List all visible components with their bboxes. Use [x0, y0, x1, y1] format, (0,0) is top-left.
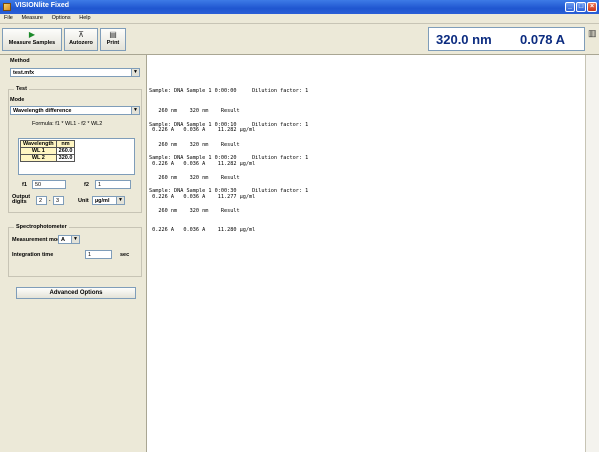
- f2-label: f2: [84, 182, 89, 188]
- log-entry-values: 0.226 A 0.036 A 11.280 µg/ml: [149, 227, 256, 233]
- method-select[interactable]: test.mfx ▼: [10, 68, 140, 77]
- f1-input[interactable]: 50: [32, 180, 66, 189]
- method-panel: Method test.mfx ▼ Test Mode Wavelength d…: [0, 55, 147, 452]
- results-log[interactable]: Sample: DNA Sample 1 0:00:00 Dilution fa…: [148, 55, 585, 452]
- unit-value: µg/ml: [95, 198, 110, 204]
- menu-options[interactable]: Options: [48, 14, 74, 21]
- advanced-options-button[interactable]: Advanced Options: [16, 287, 136, 299]
- wavelength-readout: 320.0 nm: [436, 32, 492, 47]
- f1-label: f1: [22, 182, 27, 188]
- table-header: Wavelength: [20, 140, 57, 148]
- printer-icon: ▤: [109, 30, 117, 39]
- log-entry-header: Sample: DNA Sample 1 0:00:20 Dilution fa…: [149, 155, 309, 161]
- log-entry-header: Sample: DNA Sample 1 0:00:30 Dilution fa…: [149, 188, 309, 194]
- unit-label: Unit: [78, 198, 89, 204]
- mode-select[interactable]: Wavelength difference ▼: [10, 106, 140, 115]
- digits-separator: .: [49, 197, 51, 203]
- app-icon: [3, 3, 11, 11]
- chevron-down-icon[interactable]: ▼: [131, 107, 139, 114]
- log-entry-columns: 260 nm 320 nm Result: [149, 207, 240, 214]
- integration-time-label: Integration time: [12, 252, 54, 258]
- live-readout: 320.0 nm 0.078 A: [428, 27, 585, 51]
- maximize-button[interactable]: □: [576, 2, 586, 12]
- wavelength-table: Wavelength nm WL 1 260.0 WL 2 320.0: [20, 140, 76, 162]
- measurement-mode-value: A: [61, 237, 65, 243]
- f2-input[interactable]: 1: [95, 180, 131, 189]
- log-entry-header: Sample: DNA Sample 1 0:00:10 Dilution fa…: [149, 122, 309, 128]
- table-header: nm: [55, 140, 76, 148]
- autozero-label: Autozero: [69, 40, 93, 46]
- measure-samples-button[interactable]: ▶ Measure Samples: [2, 28, 62, 51]
- log-entry-header: Sample: DNA Sample 1 0:00:00 Dilution fa…: [149, 88, 309, 94]
- mode-value: Wavelength difference: [13, 108, 72, 114]
- vertical-scrollbar[interactable]: [585, 55, 599, 452]
- method-value: test.mfx: [13, 70, 35, 76]
- print-button[interactable]: ▤ Print: [100, 28, 126, 51]
- spectrophotometer-label: Spectrophotometer: [14, 224, 69, 230]
- output-digits-label: Output digits: [12, 194, 31, 205]
- measure-samples-label: Measure Samples: [8, 40, 56, 46]
- chevron-down-icon[interactable]: ▼: [116, 197, 124, 204]
- table-cell[interactable]: 260.0: [55, 147, 76, 155]
- menu-measure[interactable]: Measure: [18, 14, 46, 21]
- menu-help[interactable]: Help: [75, 14, 93, 21]
- measurement-mode-label: Measurement mode: [12, 237, 64, 243]
- table-cell[interactable]: 320.0: [55, 154, 76, 162]
- play-icon: ▶: [28, 30, 36, 39]
- close-button[interactable]: ×: [587, 2, 597, 12]
- minimize-button[interactable]: _: [565, 2, 575, 12]
- table-row[interactable]: WL 2 320.0: [20, 154, 76, 162]
- menu-file[interactable]: File: [0, 14, 16, 21]
- log-entry: Sample: DNA Sample 1 0:00:30 Dilution fa…: [149, 175, 308, 247]
- unit-select[interactable]: µg/ml ▼: [92, 196, 125, 205]
- test-label: Test: [14, 86, 29, 92]
- window-title: VISIONlite Fixed: [15, 2, 70, 9]
- autozero-button[interactable]: ⊼ Autozero: [64, 28, 98, 51]
- integration-time-input[interactable]: 1: [85, 250, 112, 259]
- chevron-down-icon[interactable]: ▼: [71, 236, 79, 243]
- table-cell: WL 1: [20, 147, 57, 155]
- autozero-icon: ⊼: [78, 30, 84, 39]
- measurement-mode-select[interactable]: A ▼: [58, 235, 80, 244]
- table-row[interactable]: WL 1 260.0: [20, 147, 76, 155]
- print-label: Print: [106, 40, 120, 46]
- instrument-icon: ▥: [588, 28, 597, 38]
- title-bar: VISIONlite Fixed _ □ ×: [0, 0, 599, 14]
- digits-decimal-input[interactable]: 3: [53, 196, 64, 205]
- chevron-down-icon[interactable]: ▼: [131, 69, 139, 76]
- menu-bar: File Measure Options Help: [0, 14, 599, 24]
- absorbance-readout: 0.078 A: [520, 32, 566, 47]
- formula-text: Formula: f1 * WL1 - f2 * WL2: [32, 121, 103, 127]
- integration-time-unit: sec: [120, 252, 130, 258]
- mode-label: Mode: [10, 97, 25, 103]
- method-label: Method: [10, 58, 30, 64]
- digits-integer-input[interactable]: 2: [36, 196, 47, 205]
- table-cell: WL 2: [20, 154, 57, 162]
